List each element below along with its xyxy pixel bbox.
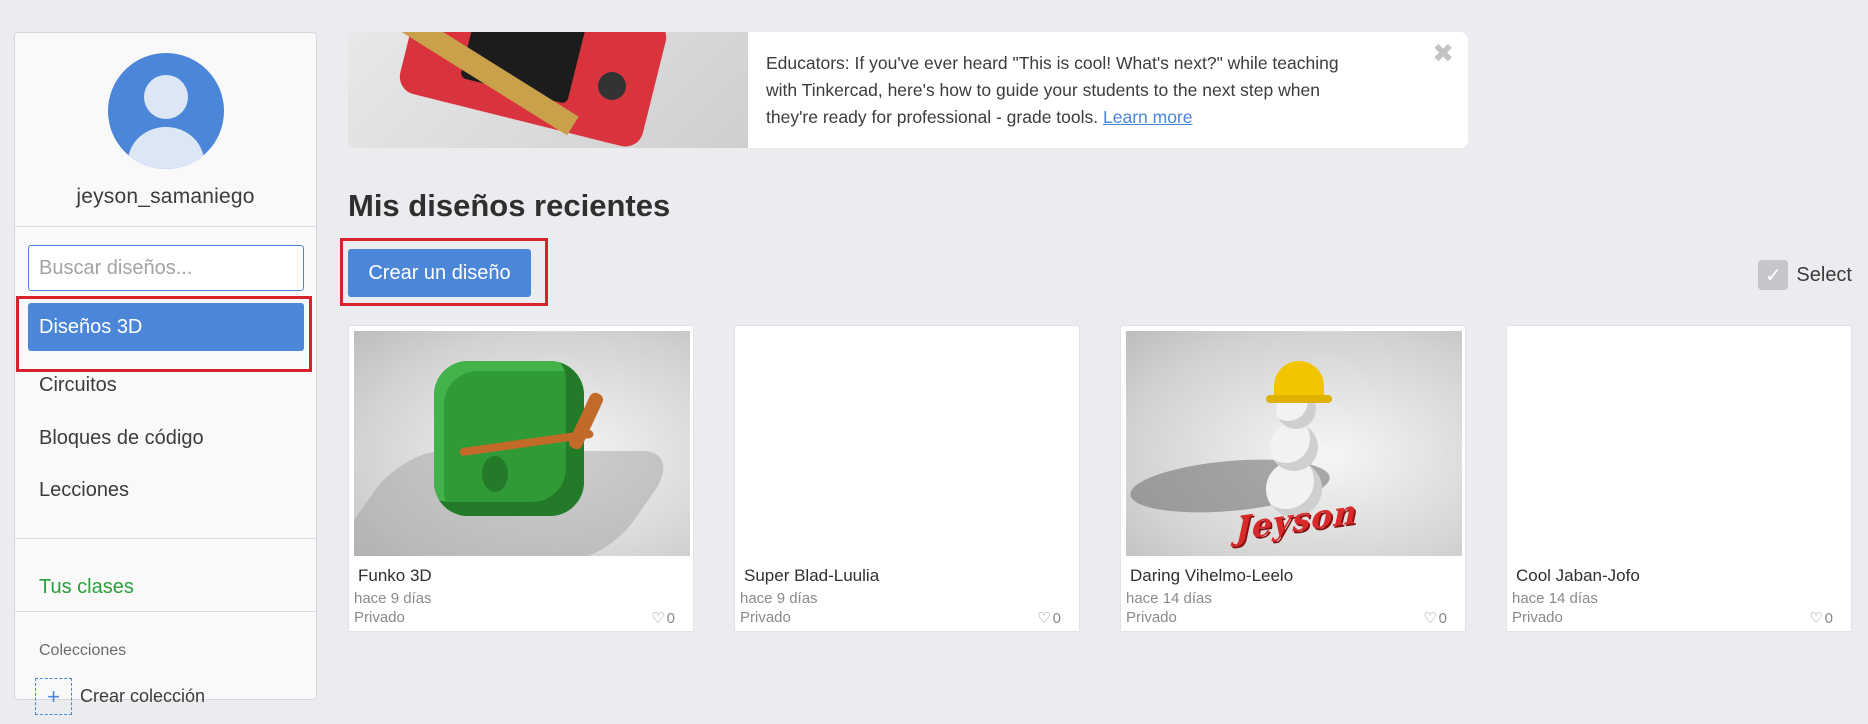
create-design-button[interactable]: Crear un diseño — [348, 249, 531, 297]
likes[interactable]: ♡ 0 — [1809, 609, 1833, 628]
design-date: hace 9 días — [354, 590, 432, 607]
divider — [15, 226, 316, 227]
likes-count: 0 — [1438, 609, 1447, 627]
likes-count: 0 — [1824, 609, 1833, 627]
close-icon[interactable]: ✖ — [1432, 38, 1454, 69]
design-date: hace 14 días — [1126, 590, 1212, 607]
design-privacy: Privado — [740, 609, 791, 626]
nav-item-3d-designs[interactable]: Diseños 3D — [28, 303, 304, 351]
avatar[interactable] — [108, 53, 224, 169]
divider — [15, 611, 316, 612]
design-privacy: Privado — [354, 609, 405, 626]
avatar-head-icon — [144, 75, 188, 119]
learn-more-link[interactable]: Learn more — [1103, 107, 1193, 127]
nav-item-lessons[interactable]: Lecciones — [39, 479, 129, 502]
likes[interactable]: ♡ 0 — [1423, 609, 1447, 628]
hat-shape — [1274, 361, 1324, 399]
select-toggle[interactable]: ✓ Select — [1758, 260, 1852, 290]
likes-count: 0 — [666, 609, 675, 627]
create-collection-label: Crear colección — [80, 686, 206, 706]
design-name[interactable]: Cool Jaban-Jofo — [1516, 566, 1640, 586]
design-thumbnail[interactable] — [354, 331, 690, 556]
plus-icon: + — [35, 678, 72, 715]
nav-item-codeblocks[interactable]: Bloques de código — [39, 427, 204, 450]
educators-banner: Educators: If you've ever heard "This is… — [348, 32, 1468, 148]
banner-text: Educators: If you've ever heard "This is… — [766, 50, 1366, 131]
design-thumbnail[interactable] — [740, 331, 1076, 556]
likes-count: 0 — [1052, 609, 1061, 627]
design-card[interactable]: Super Blad-Luulia hace 9 días Privado ♡ 0 — [734, 325, 1080, 632]
heart-icon: ♡ — [651, 610, 665, 627]
banner-image — [348, 32, 748, 148]
hat-brim-shape — [1266, 395, 1332, 403]
heart-icon: ♡ — [1423, 610, 1437, 627]
sidebar: jeyson_samaniego Diseños 3D Circuitos Bl… — [14, 32, 317, 715]
design-name[interactable]: Super Blad-Luulia — [744, 566, 879, 586]
design-thumbnail[interactable] — [1512, 331, 1848, 556]
page-title: Mis diseños recientes — [348, 188, 671, 223]
design-date: hace 14 días — [1512, 590, 1598, 607]
design-privacy: Privado — [1126, 609, 1177, 626]
design-name[interactable]: Funko 3D — [358, 566, 432, 586]
design-card[interactable]: Jeyson Daring Vihelmo-Leelo hace 14 días… — [1120, 325, 1466, 632]
username[interactable]: jeyson_samaniego — [15, 185, 316, 209]
heart-icon: ♡ — [1809, 610, 1823, 627]
likes[interactable]: ♡ 0 — [651, 609, 675, 628]
checkbox-icon[interactable]: ✓ — [1758, 260, 1789, 290]
design-name[interactable]: Daring Vihelmo-Leelo — [1130, 566, 1293, 586]
avatar-body-icon — [128, 127, 204, 169]
your-classes-link[interactable]: Tus clases — [39, 576, 134, 599]
design-card[interactable]: Cool Jaban-Jofo hace 14 días Privado ♡ 0 — [1506, 325, 1852, 632]
snowman-ball — [1270, 423, 1318, 471]
design-privacy: Privado — [1512, 609, 1563, 626]
likes[interactable]: ♡ 0 — [1037, 609, 1061, 628]
design-card[interactable]: Funko 3D hace 9 días Privado ♡ 0 — [348, 325, 694, 632]
heart-icon: ♡ — [1037, 610, 1051, 627]
create-collection-button[interactable]: + Crear colección — [35, 678, 205, 715]
nav-item-circuits[interactable]: Circuitos — [39, 374, 117, 397]
select-label: Select — [1796, 263, 1852, 286]
hole-shape — [482, 456, 508, 492]
collections-heading: Colecciones — [39, 642, 127, 659]
design-date: hace 9 días — [740, 590, 818, 607]
divider — [15, 538, 316, 539]
knob-shape — [598, 72, 626, 100]
design-thumbnail[interactable]: Jeyson — [1126, 331, 1462, 556]
banner-message: Educators: If you've ever heard "This is… — [766, 53, 1339, 127]
search-input[interactable] — [28, 245, 304, 291]
